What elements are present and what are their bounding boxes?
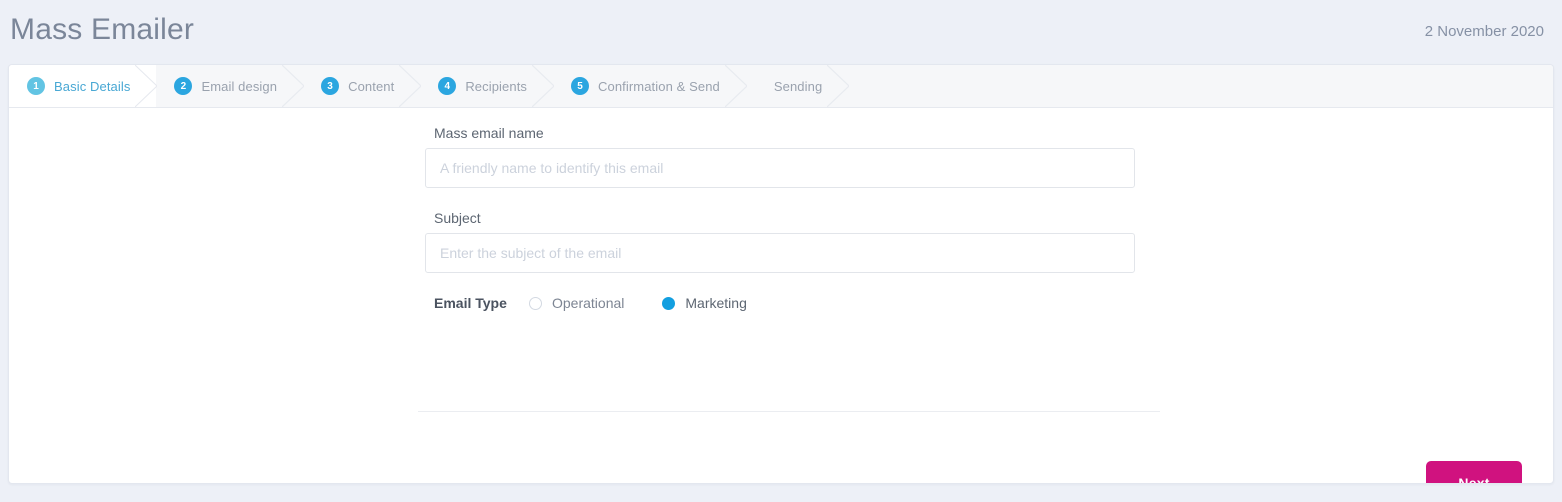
subject-field: Subject — [425, 210, 1155, 273]
form-area: Mass email name Subject Email Type Opera… — [9, 108, 1553, 483]
wizard-step-email-design[interactable]: 2 Email design — [156, 65, 305, 107]
step-label: Email design — [201, 78, 278, 94]
mass-email-name-input[interactable] — [425, 148, 1135, 188]
chevron-right-icon — [827, 65, 850, 107]
radio-label: Operational — [552, 295, 625, 311]
chevron-right-icon — [724, 65, 747, 107]
mass-email-name-field: Mass email name — [425, 125, 1155, 188]
chevron-right-icon — [135, 65, 158, 107]
step-number-badge: 5 — [571, 77, 590, 95]
step-label: Recipients — [465, 78, 528, 94]
radio-checked-icon — [662, 296, 676, 310]
form-column: Mass email name Subject Email Type Opera… — [425, 108, 1155, 311]
wizard-step-recipients[interactable]: 4 Recipients — [420, 65, 555, 107]
wizard-step-bar: 1 Basic Details 2 Email design 3 Content — [9, 65, 1553, 108]
step-label: Basic Details — [54, 78, 131, 94]
chevron-right-icon — [399, 65, 422, 107]
step-number-badge: 2 — [174, 77, 193, 95]
step-label: Content — [348, 78, 395, 94]
step-number-badge: 4 — [438, 77, 457, 95]
email-type-radio-group: Email Type Operational Marketing — [434, 295, 1155, 311]
wizard-step-content[interactable]: 3 Content — [303, 65, 422, 107]
email-type-label: Email Type — [434, 295, 507, 311]
step-label: Confirmation & Send — [598, 78, 720, 94]
page-header: Mass Emailer 2 November 2020 — [0, 0, 1562, 64]
page-title: Mass Emailer — [10, 13, 195, 46]
wizard-step-sending[interactable]: Sending — [746, 65, 850, 107]
email-type-option-marketing[interactable]: Marketing — [662, 295, 747, 311]
subject-input[interactable] — [425, 233, 1135, 273]
chevron-right-icon — [282, 65, 305, 107]
step-label: Sending — [773, 78, 823, 94]
chevron-right-icon — [532, 65, 555, 107]
next-button[interactable]: Next — [1426, 461, 1522, 483]
radio-label: Marketing — [685, 295, 747, 311]
wizard-step-confirmation-and-send[interactable]: 5 Confirmation & Send — [553, 65, 747, 107]
step-number-badge: 1 — [27, 77, 45, 95]
step-number-badge: 3 — [321, 77, 340, 95]
current-date: 2 November 2020 — [1424, 22, 1544, 40]
section-divider — [418, 411, 1160, 412]
radio-unchecked-icon — [529, 296, 542, 310]
main-card: 1 Basic Details 2 Email design 3 Content — [8, 64, 1554, 484]
mass-email-name-label: Mass email name — [434, 125, 544, 141]
wizard-step-basic-details[interactable]: 1 Basic Details — [9, 65, 158, 107]
subject-label: Subject — [434, 210, 481, 226]
email-type-option-operational[interactable]: Operational — [529, 295, 624, 311]
